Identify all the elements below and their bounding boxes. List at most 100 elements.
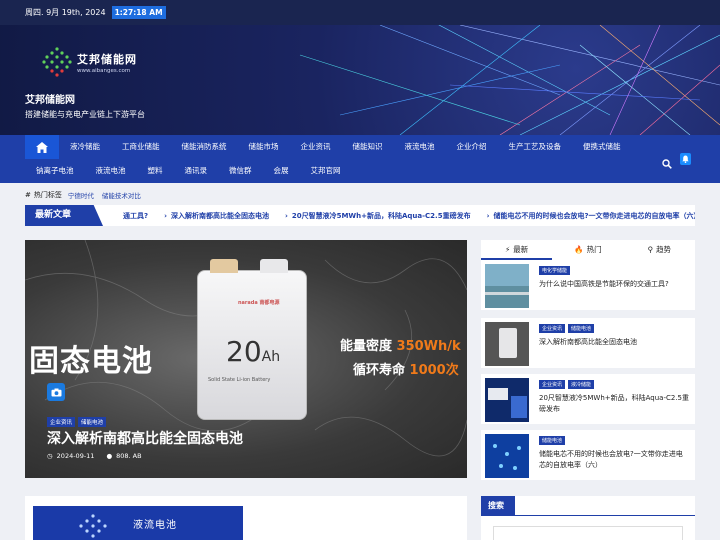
post-thumbnail <box>485 322 529 366</box>
battery-image: narada 南都电源 20Ah Solid State Li-ion Batt… <box>197 259 307 420</box>
site-header: 艾邦储能网 www.aibanges.com 艾邦储能网 搭建储能与充电产业链上… <box>0 25 720 135</box>
search-widget: 搜索 <box>481 496 695 540</box>
latest-articles-ticker: 通工具? › 深入解析南都高比能全固态电池 › 20尺智慧液冷5MWh+新品，科陆A… <box>25 205 695 226</box>
user-icon: ● <box>106 452 113 460</box>
post-thumbnail <box>485 434 529 478</box>
nav-item[interactable]: 便携式储能 <box>572 135 632 159</box>
nav-item[interactable]: 钠离子电池 <box>25 159 85 183</box>
side-post-title[interactable]: 储能电芯不用的时候也会放电?一文带你走进电芯的自放电率（六） <box>539 449 689 471</box>
ticker-item[interactable]: 通工具? <box>123 211 148 221</box>
nav-item[interactable]: 液冷储能 <box>59 135 111 159</box>
side-post[interactable]: 企业资讯 液冷储能 20尺智慧液冷5MWh+新品，科陆Aqua-C2.5重磅发布 <box>481 374 695 424</box>
bell-icon <box>682 155 689 163</box>
logo-mark <box>40 45 74 79</box>
category-tag[interactable]: 储能电池 <box>539 436 566 445</box>
hero-spec-cycle: 循环寿命 1000次 <box>353 363 459 378</box>
current-time: 1:27:18 AM <box>111 6 166 19</box>
nav-search-button[interactable] <box>662 154 672 173</box>
nav-item[interactable]: 企业资讯 <box>290 135 342 159</box>
hero-title[interactable]: 深入解析南都高比能全固态电池 <box>47 428 243 448</box>
nav-item[interactable]: 储能市场 <box>238 135 290 159</box>
side-post-title[interactable]: 为什么说中国高铁是节能环保的交通工具? <box>539 279 689 290</box>
hero-spec-energy: 能量密度 350Wh/k <box>340 339 461 354</box>
nav-home[interactable] <box>25 135 59 159</box>
nav-item[interactable]: 艾邦官网 <box>300 159 352 183</box>
dots-graphic <box>79 514 107 538</box>
nav-row-1: 液冷储能 工商业储能 储能消防系统 储能市场 企业资讯 储能知识 液流电池 企业… <box>25 135 632 159</box>
camera-button[interactable] <box>47 383 65 401</box>
main-nav: 液冷储能 工商业储能 储能消防系统 储能市场 企业资讯 储能知识 液流电池 企业… <box>0 135 720 183</box>
battery-brand: narada 南都电源 <box>238 300 280 306</box>
ticker-items: 通工具? › 深入解析南都高比能全固态电池 › 20尺智慧液冷5MWh+新品，科陆A… <box>123 205 695 226</box>
search-input[interactable] <box>493 526 683 540</box>
camera-icon <box>51 388 61 396</box>
hot-tags-bar: # 热门标签 宁德时代 储能技术对比 <box>25 188 149 202</box>
hero-meta: ◷ 2024-09-11 ● 808. AB <box>47 452 146 460</box>
site-description: 搭建储能与充电产业链上下游平台 <box>25 110 145 119</box>
side-post[interactable]: 企业资讯 储能电池 深入解析南都高比能全固态电池 <box>481 318 695 368</box>
nav-item[interactable]: 生产工艺及设备 <box>498 135 573 159</box>
nav-item[interactable]: 通讯录 <box>174 159 219 183</box>
hashtag-icon: # <box>25 191 31 199</box>
nav-item[interactable]: 企业介绍 <box>446 135 498 159</box>
notification-button[interactable] <box>680 153 691 165</box>
trend-icon: ⚲ <box>647 244 654 254</box>
side-post-title[interactable]: 20尺智慧液冷5MWh+新品，科陆Aqua-C2.5重磅发布 <box>539 393 689 415</box>
battery-subtitle: Solid State Li-ion Battery <box>208 377 271 383</box>
nav-item[interactable]: 储能消防系统 <box>171 135 238 159</box>
side-post-tabs: ⚡ 最新 🔥 热门 ⚲ 趋势 电化学储能 为什么说中国高铁是节能环保的交通工具? 企业… <box>481 240 695 480</box>
category-tag[interactable]: 企业资讯 <box>539 324 566 333</box>
nav-item[interactable]: 微信群 <box>218 159 263 183</box>
site-logo[interactable]: 艾邦储能网 www.aibanges.com <box>40 45 137 79</box>
nav-item[interactable]: 储能知识 <box>342 135 394 159</box>
hero-tags: 企业资讯 储能电池 <box>47 417 109 427</box>
ticker-item[interactable]: › 20尺智慧液冷5MWh+新品，科陆Aqua-C2.5重磅发布 <box>285 211 471 221</box>
post-date: 2024-09-11 <box>56 452 95 460</box>
hot-tags-label: 热门标签 <box>33 191 62 199</box>
site-title[interactable]: 艾邦储能网 <box>25 91 75 106</box>
side-post-title[interactable]: 深入解析南都高比能全固态电池 <box>539 337 689 348</box>
category-tag[interactable]: 电化学储能 <box>539 266 571 275</box>
nav-item[interactable]: 液流电池 <box>394 135 446 159</box>
nav-row-2: 钠离子电池 液流电池 塑料 通讯录 微信群 会展 艾邦官网 <box>25 159 352 183</box>
chevron-right-icon: › <box>284 211 288 220</box>
article-image: 液流电池 <box>33 506 243 540</box>
search-heading: 搜索 <box>481 496 515 516</box>
side-post[interactable]: 电化学储能 为什么说中国高铁是节能环保的交通工具? <box>481 260 695 310</box>
category-tag[interactable]: 储能电池 <box>78 417 107 427</box>
clock-icon: ◷ <box>47 452 53 460</box>
post-author[interactable]: 808. AB <box>116 452 141 460</box>
article-card[interactable]: 液流电池 <box>25 496 467 540</box>
nav-item[interactable]: 液流电池 <box>85 159 137 183</box>
nav-item[interactable]: 工商业储能 <box>111 135 171 159</box>
nav-item[interactable]: 塑料 <box>137 159 174 183</box>
tab-latest[interactable]: ⚡ 最新 <box>481 240 553 260</box>
side-post[interactable]: 储能电池 储能电芯不用的时候也会放电?一文带你走进电芯的自放电率（六） <box>481 430 695 480</box>
hot-tag[interactable]: 宁德时代 <box>68 190 94 200</box>
category-tag[interactable]: 储能电池 <box>568 324 595 333</box>
article-image-text: 液流电池 <box>133 520 177 531</box>
battery-capacity: 20Ah <box>226 335 281 368</box>
chevron-right-icon: › <box>486 211 490 220</box>
category-tag[interactable]: 液冷储能 <box>568 380 595 389</box>
category-tag[interactable]: 企业资讯 <box>47 417 76 427</box>
bolt-icon: ⚡ <box>505 244 511 254</box>
top-bar: 周四. 9月 19th, 2024 1:27:18 AM <box>0 0 720 25</box>
category-tag[interactable]: 企业资讯 <box>539 380 566 389</box>
post-thumbnail <box>485 264 529 308</box>
ticker-label: 最新文章 <box>25 205 103 226</box>
ticker-item[interactable]: › 深入解析南都高比能全固态电池 <box>164 211 269 221</box>
current-date: 周四. 9月 19th, 2024 <box>25 8 106 17</box>
side-tab-bar: ⚡ 最新 🔥 热门 ⚲ 趋势 <box>481 240 695 260</box>
hot-tag[interactable]: 储能技术对比 <box>102 190 141 200</box>
ticker-item[interactable]: › 储能电芯不用的时候也会放电?一文带你走进电芯的自放电率（六） <box>487 211 695 221</box>
tab-trending[interactable]: ⚲ 趋势 <box>624 240 695 260</box>
hero-big-text: 固态电池 <box>29 344 153 379</box>
search-icon <box>662 159 672 169</box>
home-icon <box>36 141 48 153</box>
featured-article[interactable]: narada 南都电源 20Ah Solid State Li-ion Batt… <box>25 240 467 478</box>
tab-popular[interactable]: 🔥 热门 <box>552 240 623 260</box>
nav-item[interactable]: 会展 <box>263 159 300 183</box>
chevron-right-icon: › <box>164 211 167 220</box>
post-thumbnail <box>485 378 529 422</box>
